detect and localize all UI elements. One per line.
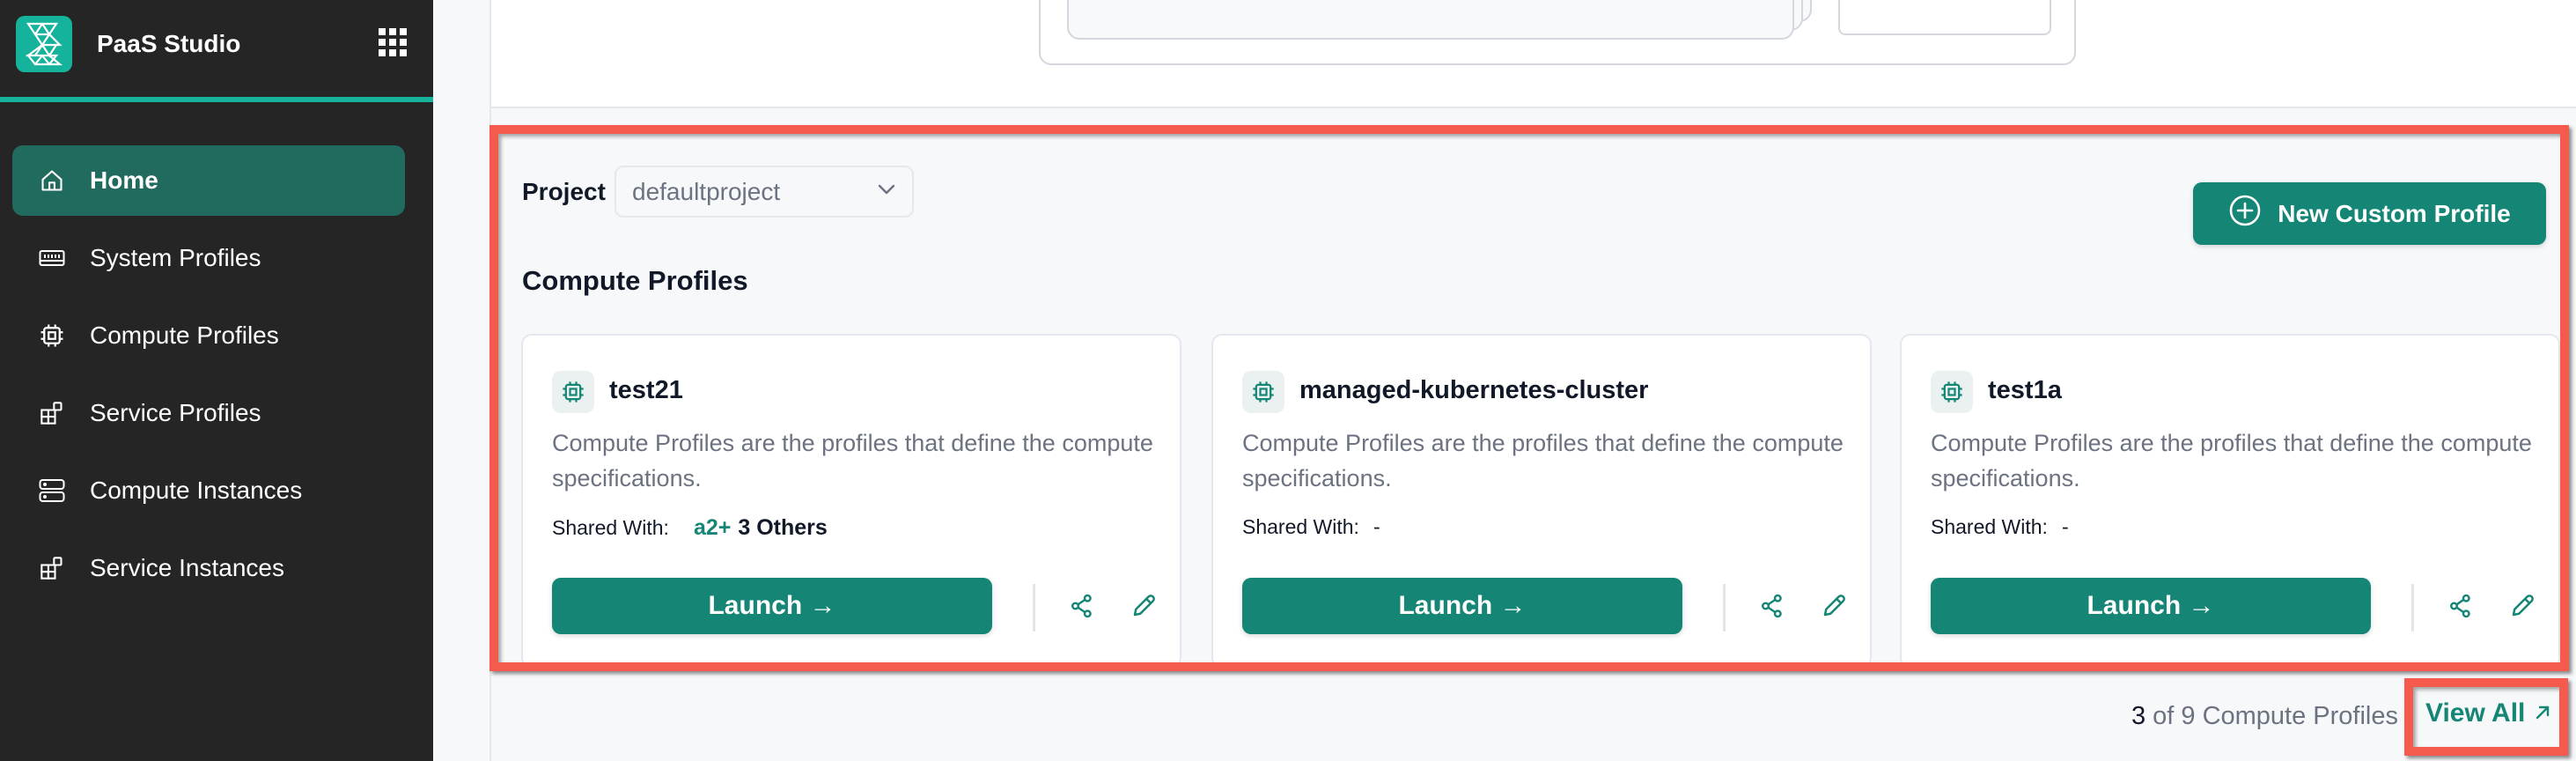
new-custom-profile-button[interactable]: New Custom Profile [2193,182,2546,245]
main-content: Project defaultproject New Custom Profil… [491,0,2576,761]
project-select[interactable]: defaultproject [615,166,914,218]
profile-card: test21 Compute Profiles are the profiles… [521,334,1181,669]
shared-with-label: Shared With: [1242,515,1359,538]
apps-grid-icon[interactable] [379,28,410,60]
sidebar-item-label: System Profiles [90,244,261,271]
hero-illustration-area [491,0,2576,108]
shared-with-value: - [1373,515,1380,538]
profile-title: test21 [609,376,683,404]
project-label: Project [522,178,606,205]
cpu-icon [39,322,65,349]
brand-header: PaaS Studio [0,0,433,97]
illustration-frame [1039,0,2076,65]
sidebar-item-service-instances[interactable]: Service Instances [12,533,405,603]
sidebar-item-label: Service Profiles [90,399,261,426]
action-divider [1723,584,1726,632]
illustration-panel [1067,0,1794,40]
shared-with-label: Shared With: [552,516,669,539]
shared-with-user[interactable]: a2+ [694,515,731,541]
app-logo-icon[interactable] [16,16,72,72]
chevron-down-icon [877,183,896,200]
cpu-icon [1242,371,1284,413]
sidebar-item-label: Service Instances [90,554,284,581]
sidebar-item-compute-instances[interactable]: Compute Instances [12,455,405,526]
launch-button[interactable]: Launch → [1242,578,1682,634]
sidebar-item-label: Compute Instances [90,477,303,504]
edit-pencil-icon[interactable] [1819,591,1849,621]
share-icon[interactable] [2446,591,2476,621]
sidebar-item-label: Home [90,166,158,194]
new-custom-profile-label: New Custom Profile [2278,199,2511,227]
plus-circle-icon [2228,194,2262,233]
sidebar-nav: Home System Profiles Compute Profiles Se… [12,145,405,610]
shared-with: Shared With: - [1931,515,2069,539]
launch-button[interactable]: Launch → [1931,578,2371,634]
edit-pencil-icon[interactable] [2507,591,2537,621]
sidebar: PaaS Studio Home System Profiles Compute… [0,0,433,761]
cpu-icon [552,371,594,413]
profiles-count: 3 of 9 Compute Profiles [2131,702,2398,731]
blocks-icon [39,400,65,426]
project-select-value: defaultproject [632,177,781,205]
app-name: PaaS Studio [97,30,241,57]
home-icon [39,167,65,194]
edit-pencil-icon[interactable] [1129,591,1159,621]
shared-with: Shared With: - [1242,515,1380,539]
view-all-label: View All [2425,698,2526,728]
shared-with: Shared With: a2+ 3 Others [552,515,828,541]
profile-description: Compute Profiles are the profiles that d… [552,430,1153,491]
brand-accent-line [0,97,433,102]
shared-with-value: - [2061,515,2069,538]
share-icon[interactable] [1757,591,1787,621]
content-gutter [433,0,491,761]
profile-description: Compute Profiles are the profiles that d… [1931,430,2532,491]
profile-card: test1a Compute Profiles are the profiles… [1900,334,2560,669]
profile-title: test1a [1988,376,2062,404]
sidebar-item-home[interactable]: Home [12,145,405,216]
cpu-icon [1931,371,1973,413]
sidebar-item-system-profiles[interactable]: System Profiles [12,223,405,293]
blocks-icon [39,555,65,581]
share-icon[interactable] [1067,591,1097,621]
compute-profiles-section: Project defaultproject New Custom Profil… [491,110,2576,761]
shared-with-label: Shared With: [1931,515,2048,538]
external-arrow-icon [2534,698,2551,728]
profiles-count-rest: of 9 Compute Profiles [2145,702,2398,730]
profiles-count-shown: 3 [2131,702,2146,730]
view-all-link[interactable]: View All [2425,698,2551,728]
action-divider [1033,584,1035,632]
memory-icon [39,245,65,271]
sidebar-item-compute-profiles[interactable]: Compute Profiles [12,300,405,371]
sidebar-item-service-profiles[interactable]: Service Profiles [12,378,405,448]
section-title: Compute Profiles [522,265,748,296]
server-icon [39,477,65,504]
profile-description: Compute Profiles are the profiles that d… [1242,430,1844,491]
profile-title: managed-kubernetes-cluster [1299,376,1649,404]
action-divider [2411,584,2414,632]
shared-with-others[interactable]: 3 Others [738,515,827,541]
illustration-block [1838,0,2051,35]
launch-button[interactable]: Launch → [552,578,992,634]
profile-card: managed-kubernetes-cluster Compute Profi… [1211,334,1872,669]
sidebar-item-label: Compute Profiles [90,321,279,349]
